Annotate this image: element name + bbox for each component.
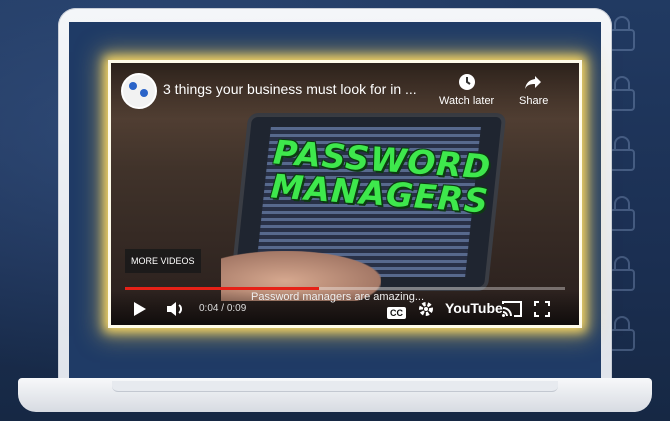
avatar-spot — [140, 89, 148, 97]
share-button[interactable]: Share — [519, 73, 548, 107]
watch-later-button[interactable]: Watch later — [439, 73, 494, 107]
share-icon — [519, 73, 548, 95]
progress-fill — [125, 287, 319, 290]
play-button[interactable] — [133, 301, 147, 322]
more-videos-button[interactable]: MORE VIDEOS — [125, 249, 201, 273]
settings-button[interactable] — [417, 300, 435, 323]
watch-later-label: Watch later — [439, 95, 495, 107]
cc-button[interactable]: CC — [387, 303, 406, 321]
caption-text: Password managers are amazing... — [251, 291, 425, 303]
share-label: Share — [519, 95, 549, 107]
video-player[interactable]: PASSWORD MANAGERS 3 things your business… — [108, 60, 582, 328]
volume-button[interactable] — [165, 300, 185, 323]
fullscreen-button[interactable] — [534, 301, 550, 322]
play-icon — [133, 302, 147, 321]
clock-icon — [439, 73, 494, 95]
volume-icon — [165, 302, 185, 322]
video-overlay-text: PASSWORD MANAGERS — [259, 132, 503, 220]
time-separator: / — [218, 303, 227, 314]
time-current: 0:04 — [199, 303, 219, 314]
gear-icon — [417, 302, 435, 322]
laptop-base-lip — [112, 381, 558, 392]
avatar-spot — [129, 82, 137, 90]
youtube-logo[interactable]: YouTube — [445, 300, 503, 316]
cast-icon — [502, 301, 522, 321]
time-total: 0:09 — [226, 303, 247, 314]
fullscreen-icon — [534, 301, 550, 321]
video-title[interactable]: 3 things your business must look for in … — [163, 81, 417, 97]
progress-bar[interactable] — [125, 287, 565, 290]
channel-avatar[interactable] — [121, 73, 157, 109]
time-display: 0:04 / 0:09 — [199, 303, 246, 314]
cast-button[interactable] — [502, 301, 522, 322]
cc-icon: CC — [387, 307, 406, 319]
